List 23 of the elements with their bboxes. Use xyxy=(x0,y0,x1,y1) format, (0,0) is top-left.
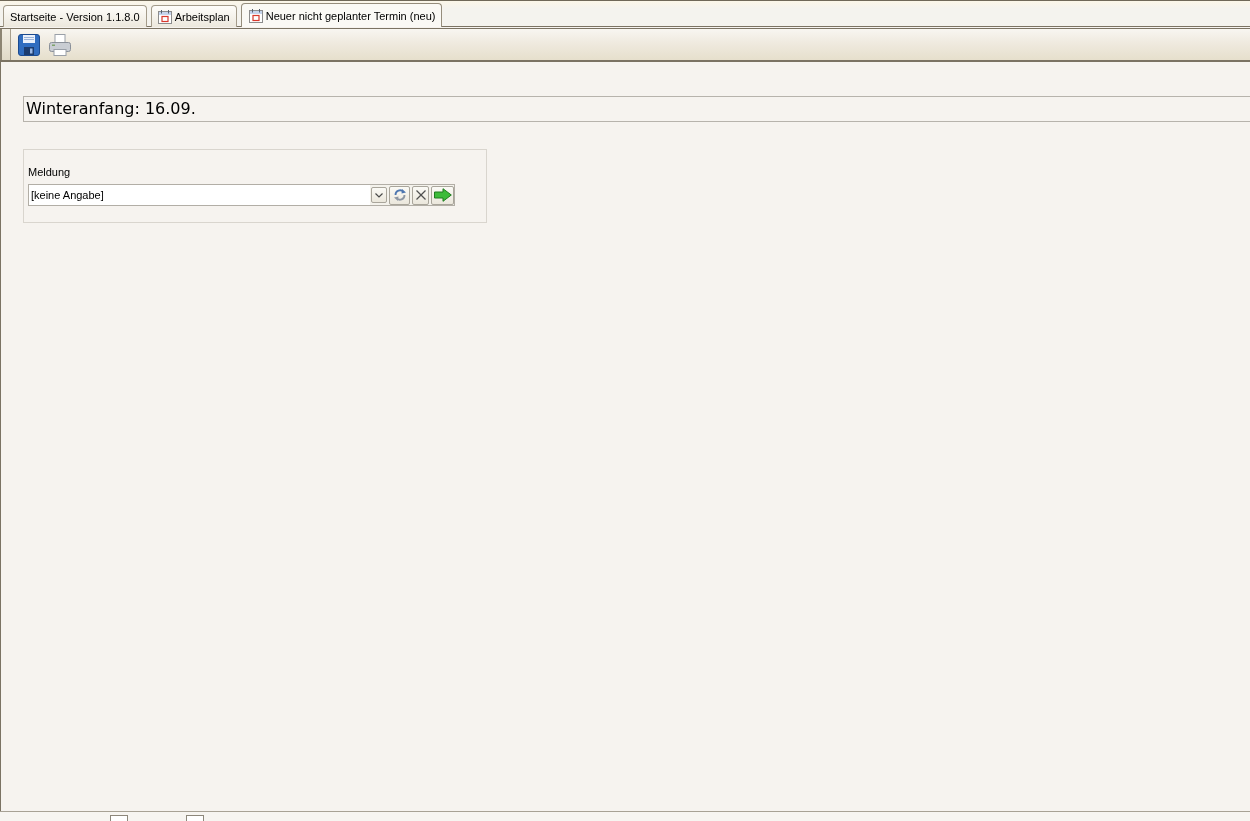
tab[interactable]: Arbeitsplan xyxy=(150,5,237,27)
status-field[interactable] xyxy=(186,815,204,821)
calendar-icon xyxy=(157,9,172,24)
go-button[interactable] xyxy=(431,185,454,205)
status-field[interactable] xyxy=(110,815,128,821)
arrow-right-icon xyxy=(433,188,452,202)
print-button[interactable] xyxy=(47,31,73,58)
calendar-icon xyxy=(248,8,263,23)
tab[interactable]: Startseite - Version 1.1.8.0 xyxy=(3,5,147,27)
refresh-button[interactable] xyxy=(389,185,411,205)
tab[interactable]: Neuer nicht geplanter Termin (neu) xyxy=(240,3,443,27)
refresh-icon xyxy=(392,188,407,202)
section-header: Winteranfang: 16.09. xyxy=(23,96,1250,122)
clear-button[interactable] xyxy=(412,185,430,205)
combo-input[interactable]: [keine Angabe] xyxy=(29,185,371,205)
combo-box[interactable]: [keine Angabe] xyxy=(28,184,455,206)
chevron-down-icon xyxy=(375,192,384,198)
field-label: Meldung xyxy=(28,166,72,179)
dropdown-button[interactable] xyxy=(371,187,388,203)
grip-handle[interactable] xyxy=(0,29,11,60)
save-button[interactable] xyxy=(16,31,42,58)
printer-icon xyxy=(49,33,71,56)
close-icon xyxy=(415,190,426,200)
